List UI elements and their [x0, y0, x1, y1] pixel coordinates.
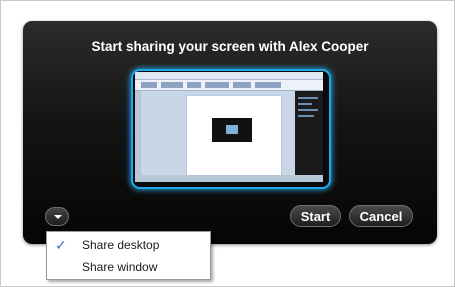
dialog-title: Start sharing your screen with Alex Coop… [91, 39, 369, 54]
share-options-menu: ✓ Share desktop Share window [46, 231, 211, 280]
menu-item-share-window[interactable]: Share window [47, 256, 210, 278]
desktop-thumbnail [135, 72, 323, 182]
screen-share-dialog: Start sharing your screen with Alex Coop… [23, 21, 437, 244]
share-options-dropdown-button[interactable] [45, 207, 69, 226]
menu-item-label: Share desktop [82, 238, 160, 252]
cancel-button[interactable]: Cancel [349, 205, 413, 227]
menu-item-share-desktop[interactable]: ✓ Share desktop [47, 234, 210, 256]
screen-preview [131, 69, 331, 189]
window-frame: Start sharing your screen with Alex Coop… [0, 0, 455, 287]
chevron-down-icon [54, 215, 62, 219]
menu-item-label: Share window [82, 260, 158, 274]
checkmark-icon: ✓ [55, 237, 67, 253]
start-button[interactable]: Start [290, 205, 341, 227]
